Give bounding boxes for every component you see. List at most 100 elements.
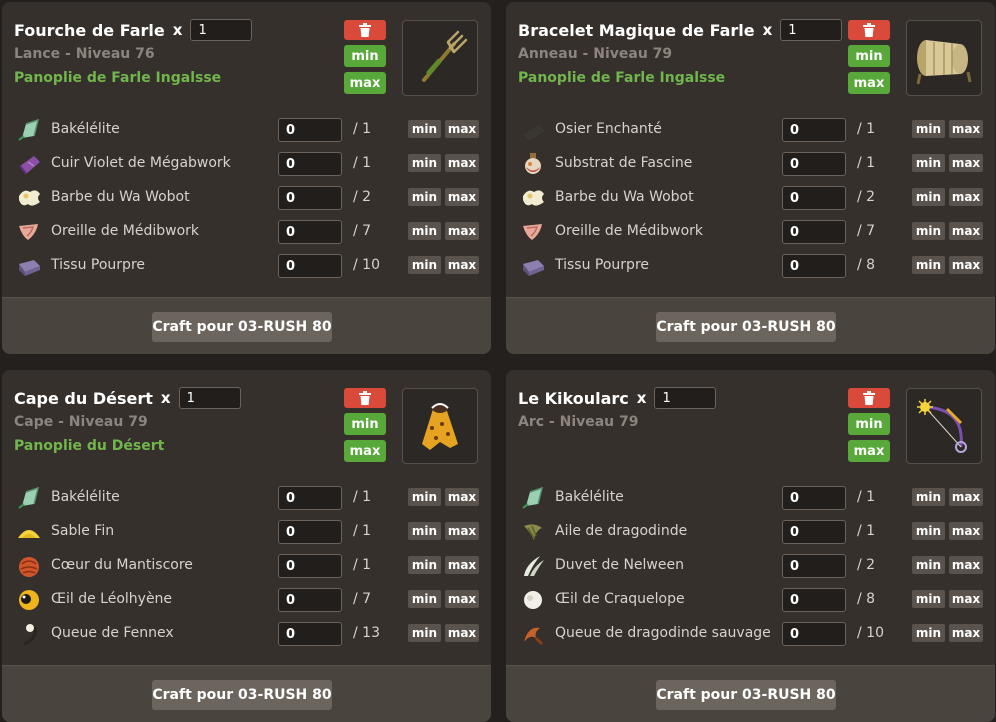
set-min-button[interactable]: min bbox=[848, 413, 890, 435]
ingredient-max-button[interactable]: max bbox=[445, 556, 479, 574]
ingredient-quantity-input[interactable] bbox=[278, 152, 342, 176]
item-set-name[interactable]: Panoplie de Farle Ingalsse bbox=[14, 70, 221, 86]
ingredient-max-button[interactable]: max bbox=[949, 120, 983, 138]
ingredient-min-button[interactable]: min bbox=[912, 256, 945, 274]
ingredient-min-button[interactable]: min bbox=[408, 556, 441, 574]
ingredient-max-button[interactable]: max bbox=[445, 488, 479, 506]
ingredient-min-button[interactable]: min bbox=[408, 154, 441, 172]
quantity-input[interactable] bbox=[780, 19, 843, 41]
ingredient-max-button[interactable]: max bbox=[949, 222, 983, 240]
ingredient-min-button[interactable]: min bbox=[912, 154, 945, 172]
ingredient-quantity-input[interactable] bbox=[782, 554, 846, 578]
delete-button[interactable] bbox=[848, 388, 890, 408]
ingredient-min-button[interactable]: min bbox=[408, 590, 441, 608]
ingredient-max-button[interactable]: max bbox=[949, 188, 983, 206]
dragon-tail-icon bbox=[524, 627, 544, 646]
ingredient-quantity-input[interactable] bbox=[278, 520, 342, 544]
ingredient-quantity-input[interactable] bbox=[278, 622, 342, 646]
set-max-button[interactable]: max bbox=[344, 72, 386, 94]
ingredient-min-button[interactable]: min bbox=[912, 188, 945, 206]
ingredient-quantity-input[interactable] bbox=[278, 220, 342, 244]
quantity-input[interactable] bbox=[190, 19, 253, 41]
ingredient-min-button[interactable]: min bbox=[408, 120, 441, 138]
beard-icon bbox=[523, 190, 544, 206]
bakelelite-icon bbox=[18, 118, 40, 141]
ingredient-max-button[interactable]: max bbox=[445, 522, 479, 540]
ingredient-min-button[interactable]: min bbox=[912, 590, 945, 608]
quantity-input[interactable] bbox=[654, 387, 717, 409]
ingredient-max-button[interactable]: max bbox=[445, 590, 479, 608]
ingredient-quantity-input[interactable] bbox=[278, 186, 342, 210]
ingredient-quantity-input[interactable] bbox=[278, 588, 342, 612]
ingredient-max-button[interactable]: max bbox=[949, 556, 983, 574]
ingredient-quantity-input[interactable] bbox=[782, 118, 846, 142]
ingredient-max-button[interactable]: max bbox=[949, 624, 983, 642]
item-name: Cape du Désert bbox=[14, 388, 153, 408]
item-set-name[interactable]: Panoplie du Désert bbox=[14, 438, 164, 454]
ingredient-min-button[interactable]: min bbox=[912, 522, 945, 540]
ingredient-quantity-input[interactable] bbox=[782, 152, 846, 176]
ingredient-quantity-input[interactable] bbox=[782, 520, 846, 544]
ingredient-min-button[interactable]: min bbox=[408, 256, 441, 274]
ingredient-quantity-input[interactable] bbox=[782, 588, 846, 612]
set-min-button[interactable]: min bbox=[344, 413, 386, 435]
trash-icon bbox=[359, 23, 371, 37]
ingredient-name: Cœur du Mantiscore bbox=[51, 557, 193, 573]
ingredient-min-button[interactable]: min bbox=[408, 624, 441, 642]
ingredient-quantity-input[interactable] bbox=[278, 254, 342, 278]
times-label: x bbox=[160, 389, 171, 407]
ingredient-min-button[interactable]: min bbox=[912, 556, 945, 574]
ingredient-max-button[interactable]: max bbox=[445, 624, 479, 642]
delete-button[interactable] bbox=[344, 20, 386, 40]
craft-button[interactable]: Craft pour 03-RUSH 80 bbox=[152, 680, 332, 710]
craft-button[interactable]: Craft pour 03-RUSH 80 bbox=[656, 680, 836, 710]
set-max-button[interactable]: max bbox=[848, 440, 890, 462]
item-type-level: Arc - Niveau 79 bbox=[518, 414, 639, 430]
ingredient-quantity-input[interactable] bbox=[278, 486, 342, 510]
set-min-button[interactable]: min bbox=[848, 45, 890, 67]
craft-button[interactable]: Craft pour 03-RUSH 80 bbox=[152, 312, 332, 342]
ingredient-max-button[interactable]: max bbox=[949, 154, 983, 172]
item-set-name[interactable]: Panoplie de Farle Ingalsse bbox=[518, 70, 725, 86]
ingredient-max-button[interactable]: max bbox=[445, 222, 479, 240]
ingredient-name: Œil de Léolhyène bbox=[51, 591, 173, 607]
ingredient-max-button[interactable]: max bbox=[445, 154, 479, 172]
ingredient-quantity-input[interactable] bbox=[782, 254, 846, 278]
ingredient-max-button[interactable]: max bbox=[949, 522, 983, 540]
item-image bbox=[906, 388, 982, 464]
ingredient-min-button[interactable]: min bbox=[408, 522, 441, 540]
ingredient-max-button[interactable]: max bbox=[949, 488, 983, 506]
ingredient-name: Tissu Pourpre bbox=[555, 257, 650, 273]
ingredient-quantity-input[interactable] bbox=[782, 186, 846, 210]
ingredient-quantity-input[interactable] bbox=[278, 554, 342, 578]
ingredient-quantity-input[interactable] bbox=[278, 118, 342, 142]
ingredient-max-button[interactable]: max bbox=[445, 188, 479, 206]
craft-button[interactable]: Craft pour 03-RUSH 80 bbox=[656, 312, 836, 342]
ingredient-min-button[interactable]: min bbox=[912, 624, 945, 642]
set-max-button[interactable]: max bbox=[344, 440, 386, 462]
ingredient-min-button[interactable]: min bbox=[912, 222, 945, 240]
ingredient-min-button[interactable]: min bbox=[408, 222, 441, 240]
ingredient-min-button[interactable]: min bbox=[912, 488, 945, 506]
set-max-button[interactable]: max bbox=[848, 72, 890, 94]
ingredient-min-button[interactable]: min bbox=[912, 120, 945, 138]
ingredient-max-button[interactable]: max bbox=[445, 256, 479, 274]
pitchfork-icon bbox=[422, 30, 468, 82]
card-footer: Craft pour 03-RUSH 80 bbox=[506, 297, 995, 354]
ingredient-row: Oreille de Médibwork / 7 min max bbox=[518, 220, 985, 244]
tail-icon bbox=[23, 624, 37, 646]
quantity-input[interactable] bbox=[178, 387, 241, 409]
ingredient-row: Tissu Pourpre / 10 min max bbox=[14, 254, 481, 278]
ingredient-min-button[interactable]: min bbox=[408, 188, 441, 206]
delete-button[interactable] bbox=[344, 388, 386, 408]
ingredient-quantity-input[interactable] bbox=[782, 220, 846, 244]
set-min-button[interactable]: min bbox=[344, 45, 386, 67]
ingredient-max-button[interactable]: max bbox=[445, 120, 479, 138]
bracelet-icon bbox=[916, 40, 972, 85]
delete-button[interactable] bbox=[848, 20, 890, 40]
ingredient-min-button[interactable]: min bbox=[408, 488, 441, 506]
ingredient-max-button[interactable]: max bbox=[949, 256, 983, 274]
ingredient-quantity-input[interactable] bbox=[782, 486, 846, 510]
ingredient-quantity-input[interactable] bbox=[782, 622, 846, 646]
ingredient-max-button[interactable]: max bbox=[949, 590, 983, 608]
